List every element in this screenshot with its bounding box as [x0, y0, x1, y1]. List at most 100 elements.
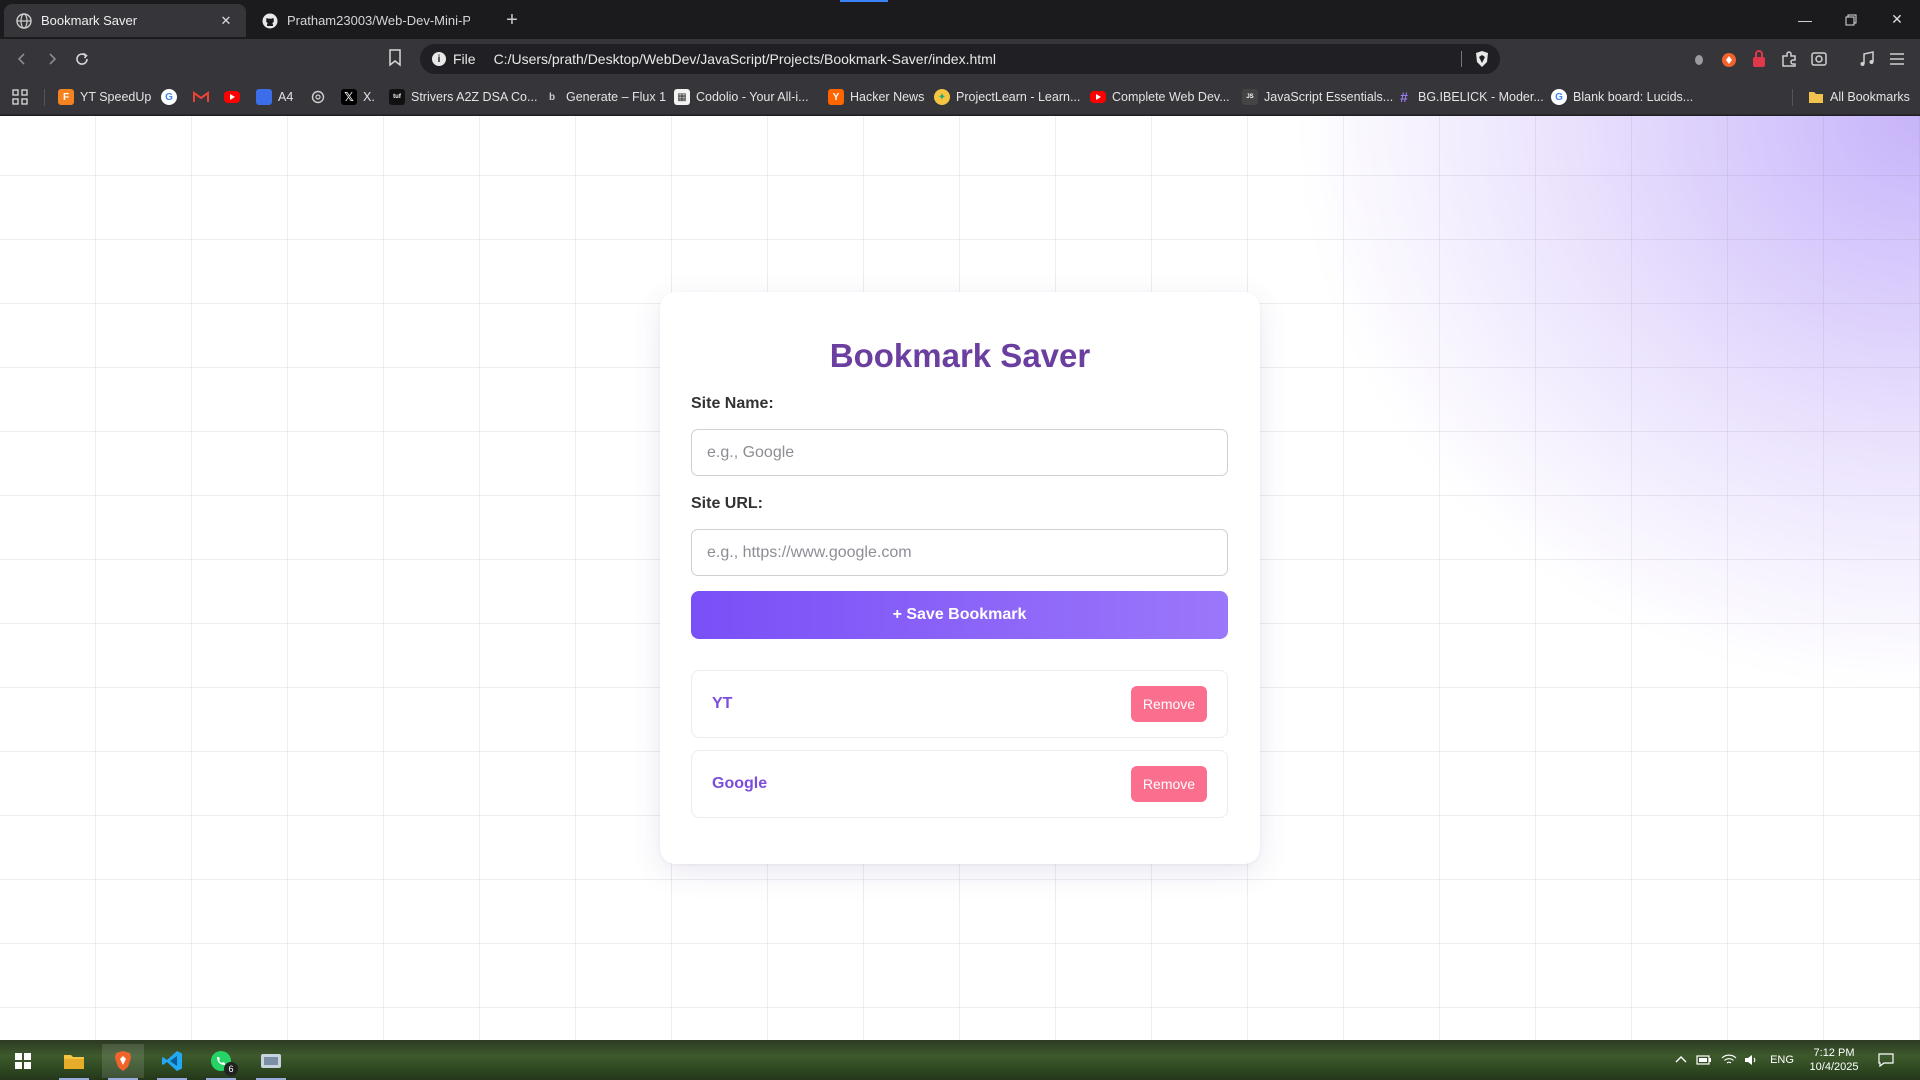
forward-icon[interactable]: [38, 45, 66, 73]
bookmark-codolio[interactable]: ▦ Codolio - Your All-i...: [674, 87, 809, 107]
volume-icon[interactable]: [1740, 1054, 1762, 1066]
bookmark-label: Generate – Flux 1: [566, 90, 667, 104]
site-url-label: Site URL:: [691, 495, 763, 512]
bookmark-yt-speedup[interactable]: F YT SpeedUp: [58, 87, 151, 107]
youtube-icon: [224, 91, 240, 103]
globe-icon: [16, 12, 32, 29]
bookmark-link[interactable]: YT: [712, 695, 732, 713]
bookmark-lucidspark[interactable]: G Blank board: Lucids...: [1551, 87, 1693, 107]
bookmark-openai[interactable]: [310, 87, 332, 107]
bookmark-label: Hacker News: [850, 90, 925, 104]
bookmark-saver-card: Bookmark Saver Site Name: Site URL: + Sa…: [660, 292, 1260, 864]
wallet-icon[interactable]: [1689, 49, 1709, 69]
bookmarks-bar: F YT SpeedUp G A4 𝕏 X. tuf Strivers A2Z …: [0, 80, 1920, 115]
whatsapp-badge: 6: [224, 1062, 238, 1076]
bookmark-js-essentials[interactable]: JS JavaScript Essentials...: [1242, 87, 1393, 107]
flux-icon: b: [548, 91, 556, 103]
close-tab-icon[interactable]: ✕: [218, 13, 234, 29]
extensions-puzzle-icon[interactable]: [1779, 49, 1799, 69]
battery-icon[interactable]: [1690, 1055, 1718, 1065]
site-name-input[interactable]: [691, 429, 1228, 476]
folder-icon: [1808, 89, 1824, 105]
bookmark-label: All Bookmarks: [1830, 90, 1910, 104]
bookmarks-divider: [44, 89, 45, 106]
wifi-icon[interactable]: [1718, 1054, 1740, 1066]
language-indicator[interactable]: ENG: [1762, 1054, 1802, 1066]
remove-button[interactable]: Remove: [1131, 686, 1207, 722]
bookmark-page-icon[interactable]: [388, 49, 404, 69]
back-icon[interactable]: [8, 45, 36, 73]
bookmark-label: JavaScript Essentials...: [1264, 90, 1394, 104]
url-divider: [1461, 51, 1462, 67]
yt-speedup-icon: F: [58, 89, 74, 105]
js-icon: JS: [1242, 89, 1258, 105]
info-icon[interactable]: i: [432, 52, 446, 66]
restore-icon[interactable]: [1828, 0, 1874, 39]
new-tab-button[interactable]: +: [500, 8, 524, 32]
reload-icon[interactable]: [68, 45, 96, 73]
bookmark-label: Complete Web Dev...: [1112, 90, 1230, 104]
notifications-icon[interactable]: [1866, 1053, 1906, 1067]
browser-toolbar: i File C:/Users/prath/Desktop/WebDev/Jav…: [0, 39, 1920, 80]
bookmark-strivers[interactable]: tuf Strivers A2Z DSA Co...: [389, 87, 537, 107]
tab-github[interactable]: Pratham23003/Web-Dev-Mini-Projects: [250, 4, 482, 37]
file-explorer-icon[interactable]: [53, 1044, 95, 1080]
tab-title: Bookmark Saver: [41, 13, 138, 28]
tuf-icon: tuf: [389, 89, 405, 105]
minimize-icon[interactable]: —: [1782, 0, 1828, 39]
bookmark-bg-ibelick[interactable]: # BG.IBELICK - Moder...: [1396, 87, 1544, 107]
windows-start-icon[interactable]: [2, 1044, 44, 1078]
screenshot-icon[interactable]: [1809, 49, 1829, 69]
menu-icon[interactable]: [1887, 49, 1907, 69]
bookmark-flux[interactable]: b Generate – Flux 1: [544, 87, 666, 107]
a4-icon: [256, 89, 272, 105]
bookmarks-divider: [1792, 89, 1793, 106]
site-name-label: Site Name:: [691, 395, 774, 412]
remove-button[interactable]: Remove: [1131, 766, 1207, 802]
whatsapp-icon[interactable]: 6: [200, 1044, 242, 1080]
bookmark-google[interactable]: G: [161, 87, 183, 107]
brave-shield-icon[interactable]: [1474, 50, 1490, 68]
bookmark-gmail[interactable]: [193, 87, 215, 107]
bookmark-label: ProjectLearn - Learn...: [956, 90, 1081, 104]
snipping-tool-icon[interactable]: [250, 1044, 292, 1080]
save-bookmark-button[interactable]: + Save Bookmark: [691, 591, 1228, 639]
close-window-icon[interactable]: ✕: [1874, 0, 1920, 39]
x-icon: 𝕏: [341, 89, 357, 105]
openai-icon: [310, 89, 326, 105]
hn-icon: Y: [828, 89, 844, 105]
bookmark-label: YT SpeedUp: [80, 90, 152, 104]
tab-strip: Bookmark Saver ✕ Pratham23003/Web-Dev-Mi…: [0, 0, 1920, 39]
bookmark-youtube[interactable]: [224, 87, 246, 107]
brave-icon[interactable]: [102, 1044, 144, 1080]
apps-grid-icon[interactable]: [12, 87, 28, 107]
bookmark-label: Strivers A2Z DSA Co...: [411, 90, 538, 104]
media-control-icon[interactable]: [1857, 49, 1877, 69]
bookmark-hacker-news[interactable]: Y Hacker News: [828, 87, 924, 107]
github-icon: [262, 13, 278, 29]
all-bookmarks-folder[interactable]: All Bookmarks: [1808, 87, 1910, 107]
bookmark-projectlearn[interactable]: ✦ ProjectLearn - Learn...: [934, 87, 1080, 107]
google-icon: G: [1551, 89, 1567, 105]
brave-rewards-icon[interactable]: [1719, 49, 1739, 69]
projectlearn-icon: ✦: [934, 89, 950, 105]
url-scheme: File: [453, 51, 476, 67]
bookmark-link[interactable]: Google: [712, 775, 767, 793]
vscode-icon[interactable]: [151, 1044, 193, 1080]
bookmark-label: A4: [278, 90, 294, 104]
bookmark-x[interactable]: 𝕏 X.: [341, 87, 375, 107]
system-tray: ENG 7:12 PM 10/4/2025: [1672, 1040, 1906, 1080]
url-text[interactable]: C:/Users/prath/Desktop/WebDev/JavaScript…: [494, 51, 996, 67]
chevron-up-icon[interactable]: [1672, 1054, 1690, 1066]
list-item: Google Remove: [691, 750, 1228, 818]
bookmark-complete-web-dev[interactable]: Complete Web Dev...: [1090, 87, 1230, 107]
extension-lock-icon[interactable]: [1749, 49, 1769, 69]
clock-time: 7:12 PM: [1813, 1047, 1855, 1059]
site-url-input[interactable]: [691, 529, 1228, 576]
tab-bookmark-saver[interactable]: Bookmark Saver ✕: [4, 4, 246, 37]
page-title: Bookmark Saver: [829, 337, 1091, 374]
clock[interactable]: 7:12 PM 10/4/2025: [1802, 1046, 1866, 1074]
address-bar[interactable]: i File C:/Users/prath/Desktop/WebDev/Jav…: [420, 44, 1500, 74]
gmail-icon: [193, 89, 209, 105]
bookmark-a4[interactable]: A4: [256, 87, 293, 107]
